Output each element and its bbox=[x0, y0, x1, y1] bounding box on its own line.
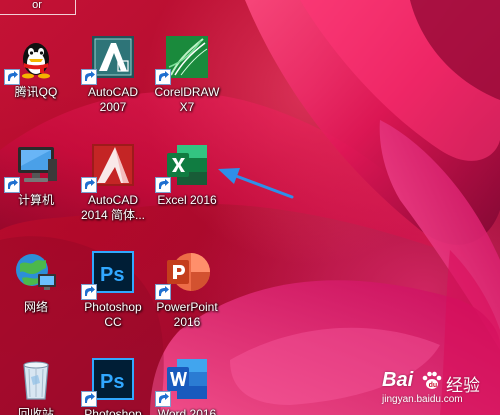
baidu-jingyan-watermark: Bai du 经验 jingyan.baidu.com bbox=[374, 369, 494, 409]
annotation-arrow bbox=[218, 168, 294, 199]
watermark-brand: Bai bbox=[382, 369, 414, 391]
svg-text:du: du bbox=[429, 382, 438, 389]
desktop: or 腾讯QQ AutoCAD 2007 CorelDRAW X7 计算机 Au… bbox=[0, 0, 500, 415]
paw-logo-icon: du bbox=[422, 371, 442, 389]
watermark-url: jingyan.baidu.com bbox=[382, 394, 463, 405]
watermark-brand-suffix: 经验 bbox=[446, 376, 480, 395]
